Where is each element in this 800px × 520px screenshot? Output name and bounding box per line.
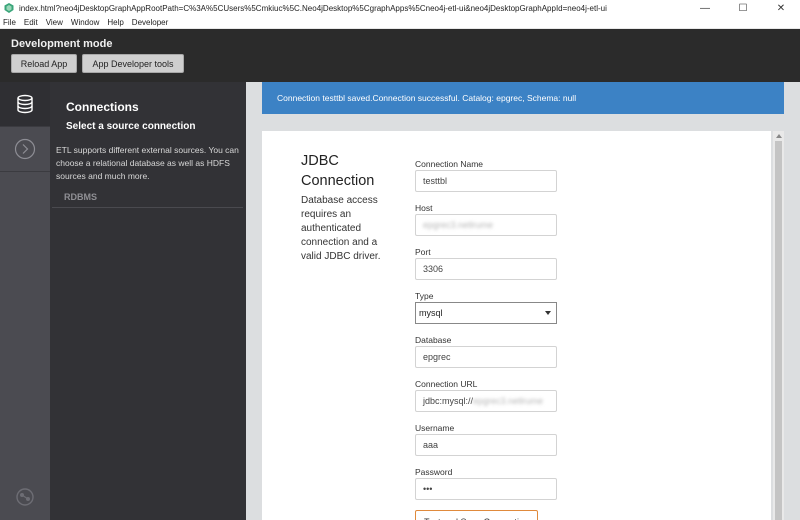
form-title-line-2: Connection (301, 173, 375, 189)
port-label: Port (415, 247, 431, 257)
connection-url-input[interactable]: jdbc:mysql:// epgrec3.netlrume (415, 390, 557, 412)
url-prefix: jdbc:mysql:// (423, 396, 474, 406)
menu-bar: File Edit View Window Help Developer (0, 16, 800, 29)
password-input[interactable]: ••• (415, 478, 557, 500)
dev-mode-bar: Development mode Reload App App Develope… (0, 29, 800, 82)
icon-rail (0, 82, 50, 520)
form-title: JDBC Connection (301, 151, 401, 191)
connections-panel: Connections Select a source connection E… (50, 82, 246, 520)
close-button[interactable]: ✕ (762, 0, 800, 16)
database-label: Database (415, 335, 452, 345)
minimize-button[interactable]: — (686, 0, 724, 16)
database-icon (17, 94, 33, 114)
window-title-bar: index.html?neo4jDesktopGraphAppRootPath=… (0, 0, 800, 16)
neo4j-logo-icon (16, 488, 34, 506)
section-rdbms[interactable]: RDBMS (64, 192, 97, 202)
dev-mode-title: Development mode (11, 38, 113, 50)
menu-window[interactable]: Window (71, 18, 99, 27)
panel-description: ETL supports different external sources.… (56, 145, 239, 181)
connection-name-label: Connection Name (415, 159, 484, 169)
test-and-save-button[interactable]: Test and Save Connection (415, 510, 538, 520)
url-host: epgrec3.netlrume (473, 396, 544, 406)
menu-help[interactable]: Help (107, 18, 123, 27)
rail-item-next[interactable] (0, 126, 50, 172)
main-area: Connection testtbl saved.Connection succ… (246, 82, 800, 520)
host-input[interactable]: epgrec3.netlrume (415, 214, 557, 236)
scroll-up-icon[interactable] (776, 134, 782, 138)
panel-title: Connections (66, 100, 139, 114)
form-title-line-1: JDBC (301, 153, 339, 169)
panel-subtitle: Select a source connection (66, 121, 196, 132)
menu-view[interactable]: View (46, 18, 63, 27)
maximize-button[interactable]: ☐ (724, 0, 762, 16)
scrollbar-thumb[interactable] (775, 141, 782, 520)
rail-item-neo4j[interactable] (0, 474, 50, 520)
password-label: Password (415, 467, 453, 477)
reload-app-button[interactable]: Reload App (11, 54, 77, 73)
app-developer-tools-button[interactable]: App Developer tools (82, 54, 184, 73)
arrow-circle-icon (14, 138, 36, 160)
menu-edit[interactable]: Edit (24, 18, 38, 27)
chevron-down-icon (545, 311, 551, 315)
menu-file[interactable]: File (3, 18, 16, 27)
rail-item-database[interactable] (0, 82, 50, 126)
app-icon (4, 3, 14, 13)
type-value: mysql (419, 308, 443, 318)
form-description: Database access requires an authenticate… (301, 195, 381, 262)
connection-name-input[interactable]: testtbl (415, 170, 557, 192)
port-input[interactable]: 3306 (415, 258, 557, 280)
type-label: Type (415, 291, 434, 301)
host-label: Host (415, 203, 433, 213)
connection-url-label: Connection URL (415, 379, 478, 389)
database-input[interactable]: epgrec (415, 346, 557, 368)
menu-developer[interactable]: Developer (132, 18, 168, 27)
alert-message: Connection testtbl saved.Connection succ… (277, 93, 577, 103)
username-input[interactable]: aaa (415, 434, 557, 456)
scrollbar[interactable] (773, 131, 784, 520)
success-alert: Connection testtbl saved.Connection succ… (262, 82, 784, 114)
section-divider (52, 207, 243, 208)
host-value: epgrec3.netlrume (423, 220, 494, 230)
jdbc-connection-card: JDBC Connection Database access requires… (262, 131, 771, 520)
username-label: Username (415, 423, 455, 433)
window-title: index.html?neo4jDesktopGraphAppRootPath=… (19, 3, 607, 13)
type-select[interactable]: mysql (415, 302, 557, 324)
